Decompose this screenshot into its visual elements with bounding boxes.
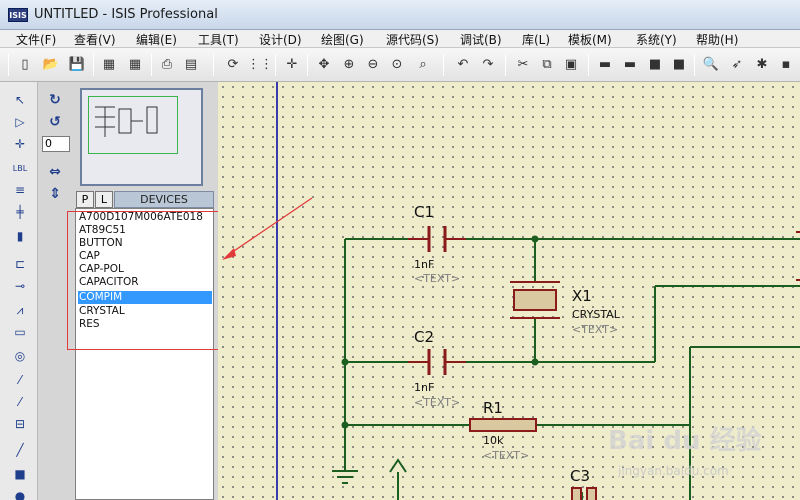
window-title: UNTITLED - ISIS Professional — [34, 7, 218, 22]
open-icon[interactable]: 📂 — [40, 53, 62, 75]
circle-mode-icon[interactable]: ● — [9, 486, 31, 500]
origin-icon[interactable]: ✛ — [281, 53, 303, 75]
rotate-clockwise-icon[interactable]: ↻ — [44, 90, 66, 110]
c1-ref-label[interactable]: C1 — [414, 203, 434, 221]
import-icon[interactable]: ▦ — [98, 53, 120, 75]
graph-mode-icon[interactable]: ⩘ — [9, 300, 31, 320]
menu-template[interactable]: 模板(M) — [568, 31, 612, 48]
c2-value-label[interactable]: 1nF — [414, 381, 434, 394]
r1-text-label: <TEXT> — [483, 449, 530, 462]
undo-icon[interactable]: ↶ — [452, 53, 474, 75]
main-toolbar: ▯ 📂 💾 ▦ ▦ ⎙ ▤ ⟳ ⋮⋮ ✛ ✥ ⊕ ⊖ ⊙ ⌕ ↶ ↷ ✂ ⧉ ▣… — [0, 48, 800, 82]
zoom-all-icon[interactable]: ⊙ — [386, 53, 408, 75]
menu-library[interactable]: 库(L) — [522, 31, 550, 48]
menu-tools[interactable]: 工具(T) — [198, 31, 239, 48]
junction-mode-icon[interactable]: ✛ — [9, 134, 31, 154]
overview-preview — [95, 106, 158, 137]
mode-toolbar: ↖ ▷ ✛ LBL ≡ ╪ ▮ ⊏ ⊸ ⩘ ▭ ◎ ⁄ ⁄ ⊟ ╱ ■ ● — [0, 82, 38, 500]
bus-mode-icon[interactable]: ╪ — [9, 202, 31, 222]
text-script-icon[interactable]: ≡ — [9, 180, 31, 200]
select-mode-icon[interactable]: ↖ — [9, 90, 31, 110]
paste-icon[interactable]: ▣ — [560, 53, 582, 75]
overview-window[interactable] — [80, 88, 203, 186]
rotate-anticlockwise-icon[interactable]: ↺ — [44, 112, 66, 132]
block-move-icon[interactable]: ▬ — [619, 53, 641, 75]
c2-text-label: <TEXT> — [414, 396, 461, 409]
copy-icon[interactable]: ⧉ — [536, 53, 558, 75]
library-manager-button[interactable]: L — [95, 191, 113, 208]
r1-value-label[interactable]: 10k — [483, 434, 503, 447]
voltage-probe-icon[interactable]: ⁄ — [9, 370, 31, 390]
subcircuit-icon[interactable]: ▮ — [9, 226, 31, 246]
package-icon[interactable]: ✱ — [751, 53, 773, 75]
sheet-border — [276, 82, 278, 500]
pan-icon[interactable]: ✥ — [313, 53, 335, 75]
watermark: Bai du 经验 jingyan.baidu.com — [608, 420, 778, 490]
menu-graph[interactable]: 绘图(G) — [321, 31, 364, 48]
block-rotate-icon[interactable]: ■ — [644, 53, 666, 75]
x1-value-label[interactable]: CRYSTAL — [572, 308, 620, 321]
c1-text-label: <TEXT> — [414, 272, 461, 285]
title-bar: ISIS UNTITLED - ISIS Professional — [0, 0, 800, 30]
menu-bar: 文件(F) 查看(V) 编辑(E) 工具(T) 设计(D) 绘图(G) 源代码(… — [0, 30, 800, 48]
block-copy-icon[interactable]: ▬ — [594, 53, 616, 75]
label-mode-icon[interactable]: LBL — [9, 158, 31, 178]
new-icon[interactable]: ▯ — [14, 53, 36, 75]
component-mode-icon[interactable]: ▷ — [9, 112, 31, 132]
x1-text-label: <TEXT> — [572, 323, 619, 336]
pick-device-icon[interactable]: 🔍 — [700, 53, 722, 75]
menu-debug[interactable]: 调试(B) — [460, 31, 502, 48]
menu-edit[interactable]: 编辑(E) — [136, 31, 177, 48]
mirror-vertical-icon[interactable]: ⇕ — [44, 184, 66, 204]
c2-ref-label[interactable]: C2 — [414, 328, 434, 346]
zoom-in-icon[interactable]: ⊕ — [338, 53, 360, 75]
current-probe-icon[interactable]: ⁄ — [9, 392, 31, 412]
print-icon[interactable]: ⎙ — [156, 53, 178, 75]
annotation-highlight-box — [67, 211, 219, 350]
rotation-angle-field[interactable]: 0 — [42, 136, 70, 152]
generator-icon[interactable]: ◎ — [9, 346, 31, 366]
decompose-icon[interactable]: ▪ — [775, 53, 797, 75]
redo-icon[interactable]: ↷ — [477, 53, 499, 75]
menu-file[interactable]: 文件(F) — [16, 31, 56, 48]
make-device-icon[interactable]: ➶ — [726, 53, 748, 75]
r1-ref-label[interactable]: R1 — [483, 399, 503, 417]
device-pin-icon[interactable]: ⊸ — [9, 276, 31, 296]
block-delete-icon[interactable]: ■ — [668, 53, 690, 75]
terminal-mode-icon[interactable]: ⊏ — [9, 254, 31, 274]
line-mode-icon[interactable]: ╱ — [9, 440, 31, 460]
save-icon[interactable]: 💾 — [66, 53, 88, 75]
devices-header: DEVICES — [114, 191, 214, 208]
pick-devices-button[interactable]: P — [76, 191, 94, 208]
c3-ref-label[interactable]: C3 — [570, 467, 590, 485]
c1-value-label[interactable]: 1nF — [414, 258, 434, 271]
virtual-instrument-icon[interactable]: ⊟ — [9, 414, 31, 434]
menu-design[interactable]: 设计(D) — [259, 31, 302, 48]
cut-icon[interactable]: ✂ — [512, 53, 534, 75]
overview-viewport — [88, 96, 178, 154]
menu-view[interactable]: 查看(V) — [74, 31, 116, 48]
menu-help[interactable]: 帮助(H) — [696, 31, 738, 48]
zoom-area-icon[interactable]: ⌕ — [412, 53, 434, 75]
grid-icon[interactable]: ⋮⋮ — [247, 53, 273, 75]
menu-system[interactable]: 系统(Y) — [636, 31, 677, 48]
mirror-horizontal-icon[interactable]: ⇔ — [44, 162, 66, 182]
x1-ref-label[interactable]: X1 — [572, 287, 592, 305]
zoom-out-icon[interactable]: ⊖ — [362, 53, 384, 75]
app-logo: ISIS — [8, 8, 28, 22]
refresh-icon[interactable]: ⟳ — [222, 53, 244, 75]
menu-source[interactable]: 源代码(S) — [386, 31, 439, 48]
watermark-logo: Bai du 经验 — [608, 426, 762, 456]
tape-recorder-icon[interactable]: ▭ — [9, 322, 31, 342]
print-setup-icon[interactable]: ▤ — [180, 53, 202, 75]
watermark-url: jingyan.baidu.com — [618, 464, 729, 478]
export-icon[interactable]: ▦ — [124, 53, 146, 75]
box-mode-icon[interactable]: ■ — [9, 464, 31, 484]
